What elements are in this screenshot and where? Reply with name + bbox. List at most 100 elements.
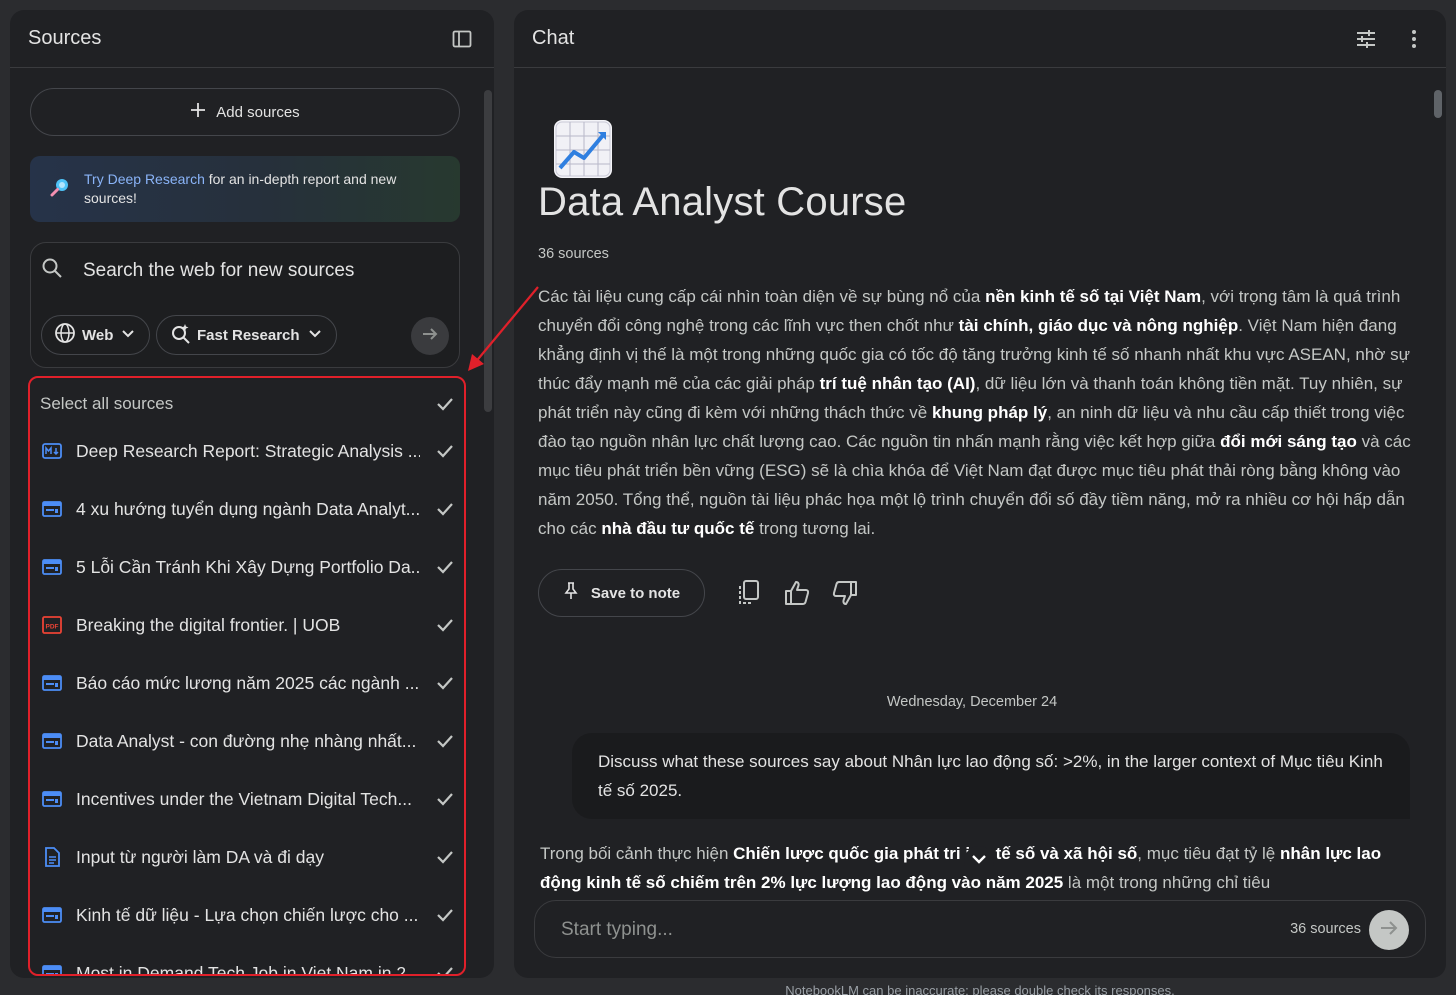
input-source-count: 36 sources <box>1290 921 1361 937</box>
chat-header: Chat <box>514 10 1446 68</box>
search-submit-button[interactable] <box>411 317 449 355</box>
web-page-icon <box>42 963 62 974</box>
source-checkbox[interactable] <box>434 730 456 752</box>
search-row: Search the web for new sources <box>41 257 354 284</box>
deep-research-banner[interactable]: Try Deep Research for an in-depth report… <box>30 156 460 222</box>
source-checkbox[interactable] <box>434 614 456 636</box>
web-chip-label: Web <box>82 326 114 344</box>
collapse-panel-icon[interactable] <box>448 25 476 53</box>
notebook-source-count: 36 sources <box>538 246 609 262</box>
chat-scrollbar[interactable] <box>1434 90 1442 118</box>
research-mode-dropdown[interactable]: Fast Research <box>156 315 337 355</box>
scroll-to-bottom-button[interactable] <box>964 846 994 876</box>
add-sources-label: Add sources <box>216 103 300 121</box>
thumbs-up-icon[interactable] <box>782 578 812 608</box>
source-checkbox[interactable] <box>434 788 456 810</box>
source-checkbox[interactable] <box>434 556 456 578</box>
source-item-label: Breaking the digital frontier. | UOB <box>76 614 341 635</box>
web-source-dropdown[interactable]: Web <box>41 315 151 355</box>
notebook-title: Data Analyst Course <box>538 180 907 224</box>
bold-phrase: Chiến lược quốc gia phát tri <box>733 844 961 863</box>
chat-input[interactable] <box>561 915 1201 945</box>
chevron-down-icon <box>119 324 137 346</box>
text-run: trong tương lai. <box>754 519 876 538</box>
bold-phrase: trí tuệ nhân tạo (AI) <box>819 374 976 393</box>
chevron-down-icon <box>306 324 324 346</box>
source-item-label: Kinh tế dữ liệu - Lựa chọn chiến lược ch… <box>76 904 419 925</box>
source-item-label: 5 Lỗi Cần Tránh Khi Xây Dựng Portfolio D… <box>76 556 420 577</box>
copy-icon[interactable] <box>734 578 764 608</box>
save-to-note-button[interactable]: Save to note <box>538 569 705 617</box>
sources-scrollbar[interactable] <box>484 90 492 412</box>
source-item-label: 4 xu hướng tuyển dụng ngành Data Analyt.… <box>76 498 420 519</box>
svg-text:PDF: PDF <box>46 624 59 631</box>
web-page-icon <box>42 557 62 577</box>
select-all-row[interactable]: Select all sources <box>30 386 464 422</box>
source-item-label: Incentives under the Vietnam Digital Tec… <box>76 788 412 809</box>
send-button[interactable] <box>1369 910 1409 950</box>
magnifier-sparkle-icon <box>50 177 70 202</box>
thumbs-down-icon[interactable] <box>830 578 860 608</box>
bold-phrase: khung pháp lý <box>931 403 1048 422</box>
source-checkbox[interactable] <box>434 498 456 520</box>
text-run: Các tài liệu cung cấp cái nhìn toàn diện… <box>538 287 986 306</box>
source-checkbox[interactable] <box>434 904 456 926</box>
chat-title: Chat <box>532 27 575 49</box>
footer-disclaimer: NotebookLM can be inaccurate; please dou… <box>785 983 1175 995</box>
select-all-checkbox[interactable] <box>434 393 456 415</box>
plus-icon <box>190 102 206 122</box>
add-sources-button[interactable]: Add sources <box>30 88 460 136</box>
search-input[interactable]: Search the web for new sources <box>83 260 354 282</box>
text-run: , mục tiêu đạt tỷ lệ <box>1137 844 1280 863</box>
sources-title: Sources <box>28 27 102 49</box>
source-item[interactable]: Input từ người làm DA và đi dạy <box>30 828 464 886</box>
globe-icon <box>54 322 76 348</box>
web-page-icon <box>42 499 62 519</box>
text-run: Trong bối cảnh thực hiện <box>540 844 734 863</box>
source-item[interactable]: Incentives under the Vietnam Digital Tec… <box>30 770 464 828</box>
tune-settings-icon[interactable] <box>1352 25 1380 53</box>
source-item[interactable]: Kinh tế dữ liệu - Lựa chọn chiến lược ch… <box>30 886 464 944</box>
pin-icon <box>563 582 579 604</box>
research-chip-label: Fast Research <box>197 326 300 344</box>
more-vert-icon[interactable] <box>1400 25 1428 53</box>
source-item-label: Deep Research Report: Strategic Analysis… <box>76 440 420 461</box>
source-checkbox[interactable] <box>434 672 456 694</box>
markdown-doc-icon <box>42 441 62 461</box>
try-deep-research-link[interactable]: Try Deep Research <box>84 171 205 187</box>
sparkle-search-icon <box>169 322 191 348</box>
bold-phrase: nền kinh tế số tại Việt Nam <box>985 287 1202 306</box>
chat-input-box: 36 sources <box>534 900 1426 958</box>
source-item[interactable]: Most in Demand Tech Job in Viet Nam in 2… <box>30 944 464 976</box>
user-message: Discuss what these sources say about Nhâ… <box>572 733 1410 819</box>
search-icon <box>41 257 63 284</box>
web-page-icon <box>42 673 62 693</box>
chart-increasing-emoji-icon <box>554 120 612 178</box>
web-search-box: Search the web for new sources Web Fast … <box>30 242 460 368</box>
web-page-icon <box>42 905 62 925</box>
source-item-label: Input từ người làm DA và đi dạy <box>76 846 324 867</box>
source-item[interactable]: Báo cáo mức lương năm 2025 các ngành ... <box>30 654 464 712</box>
source-checkbox[interactable] <box>434 962 456 974</box>
sources-header: Sources <box>10 10 494 68</box>
date-separator: Wednesday, December 24 <box>886 694 1058 710</box>
bold-phrase: đổi mới sáng tạo <box>1220 432 1357 451</box>
chat-panel: Chat Data Analyst Course 36 sources Các … <box>514 10 1446 978</box>
chat-header-actions <box>1352 25 1428 53</box>
source-item[interactable]: 4 xu hướng tuyển dụng ngành Data Analyt.… <box>30 480 464 538</box>
source-item[interactable]: Deep Research Report: Strategic Analysis… <box>30 422 464 480</box>
chevron-down-icon <box>970 850 988 873</box>
source-item[interactable]: Data Analyst - con đường nhẹ nhàng nhất.… <box>30 712 464 770</box>
source-checkbox[interactable] <box>434 846 456 868</box>
source-item-label: Most in Demand Tech Job in Viet Nam in 2… <box>76 962 420 976</box>
source-item[interactable]: PDF Breaking the digital frontier. | UOB <box>30 596 464 654</box>
pdf-icon: PDF <box>42 615 62 635</box>
save-to-note-label: Save to note <box>590 584 681 602</box>
text-doc-icon <box>42 847 62 867</box>
text-run: là một trong những chỉ tiêu <box>1063 873 1271 892</box>
source-checkbox[interactable] <box>434 440 456 462</box>
sources-panel: Sources Add sources Try Deep Research fo… <box>10 10 494 978</box>
arrow-right-icon <box>420 324 440 349</box>
source-item[interactable]: 5 Lỗi Cần Tránh Khi Xây Dựng Portfolio D… <box>30 538 464 596</box>
web-page-icon <box>42 789 62 809</box>
